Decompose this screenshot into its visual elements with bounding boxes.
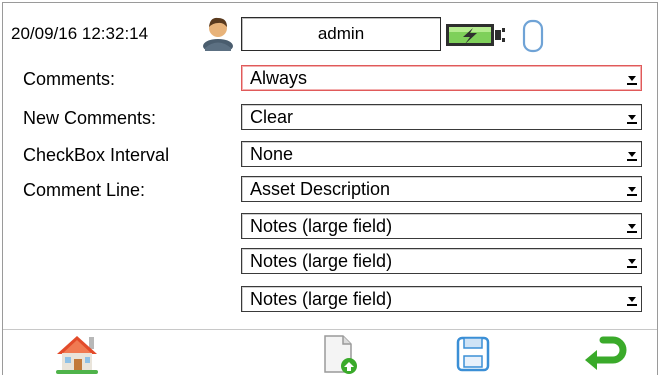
comment-line-dropdown-4[interactable]: Notes (large field)	[241, 286, 642, 312]
setting-row-comment-line-2: Notes (large field)	[3, 213, 657, 243]
chevron-down-icon	[627, 187, 637, 196]
setting-row-comments: Comments: Always	[3, 65, 657, 95]
chevron-down-icon	[627, 115, 637, 124]
setting-row-comment-line-4: Notes (large field)	[3, 286, 657, 316]
username-text: admin	[317, 24, 365, 43]
chevron-down-icon	[627, 152, 637, 161]
setting-row-new-comments: New Comments: Clear	[3, 104, 657, 134]
setting-row-comment-line: Comment Line: Asset Description	[3, 176, 657, 206]
setting-row-comment-line-3: Notes (large field)	[3, 248, 657, 278]
username-field[interactable]: admin	[241, 17, 441, 51]
back-button[interactable]	[581, 334, 629, 374]
setting-label: New Comments:	[23, 108, 157, 128]
bottom-toolbar	[3, 329, 657, 375]
setting-label: Comments:	[23, 69, 116, 89]
save-button[interactable]	[449, 334, 497, 374]
user-icon	[203, 17, 233, 51]
dropdown-value: Clear	[250, 107, 294, 127]
dropdown-value: Asset Description	[250, 179, 391, 199]
setting-row-checkbox-interval: CheckBox Interval None	[3, 141, 657, 171]
setting-label: Comment Line:	[23, 180, 146, 200]
dropdown-value: Notes (large field)	[250, 289, 393, 309]
home-icon	[56, 336, 98, 374]
dropdown-value: Always	[250, 68, 308, 88]
datetime-display: 20/09/16 12:32:14	[11, 24, 149, 43]
back-icon	[585, 336, 627, 370]
dropdown-value: Notes (large field)	[250, 251, 393, 271]
chevron-down-icon	[627, 297, 637, 306]
new-comments-dropdown[interactable]: Clear	[241, 104, 642, 130]
home-button[interactable]	[53, 334, 101, 374]
battery-charging-icon	[446, 24, 505, 46]
setting-label: CheckBox Interval	[23, 145, 170, 165]
comment-line-dropdown-2[interactable]: Notes (large field)	[241, 213, 642, 239]
dropdown-value: Notes (large field)	[250, 216, 393, 236]
new-document-button[interactable]	[315, 334, 363, 374]
status-bar: 20/09/16 12:32:14 admin	[3, 3, 657, 59]
chevron-down-icon	[627, 224, 637, 233]
settings-screen: 20/09/16 12:32:14 admin Comments: Always	[2, 2, 658, 375]
checkbox-interval-dropdown[interactable]: None	[241, 141, 642, 167]
save-icon	[456, 336, 490, 372]
chevron-down-icon	[627, 259, 637, 268]
comment-line-dropdown-3[interactable]: Notes (large field)	[241, 248, 642, 274]
chevron-down-icon	[627, 76, 637, 85]
dropdown-value: None	[250, 144, 294, 164]
usb-connection-icon	[522, 19, 544, 53]
comment-line-dropdown-1[interactable]: Asset Description	[241, 176, 642, 202]
new-document-icon	[324, 335, 357, 374]
comments-dropdown[interactable]: Always	[241, 65, 642, 91]
